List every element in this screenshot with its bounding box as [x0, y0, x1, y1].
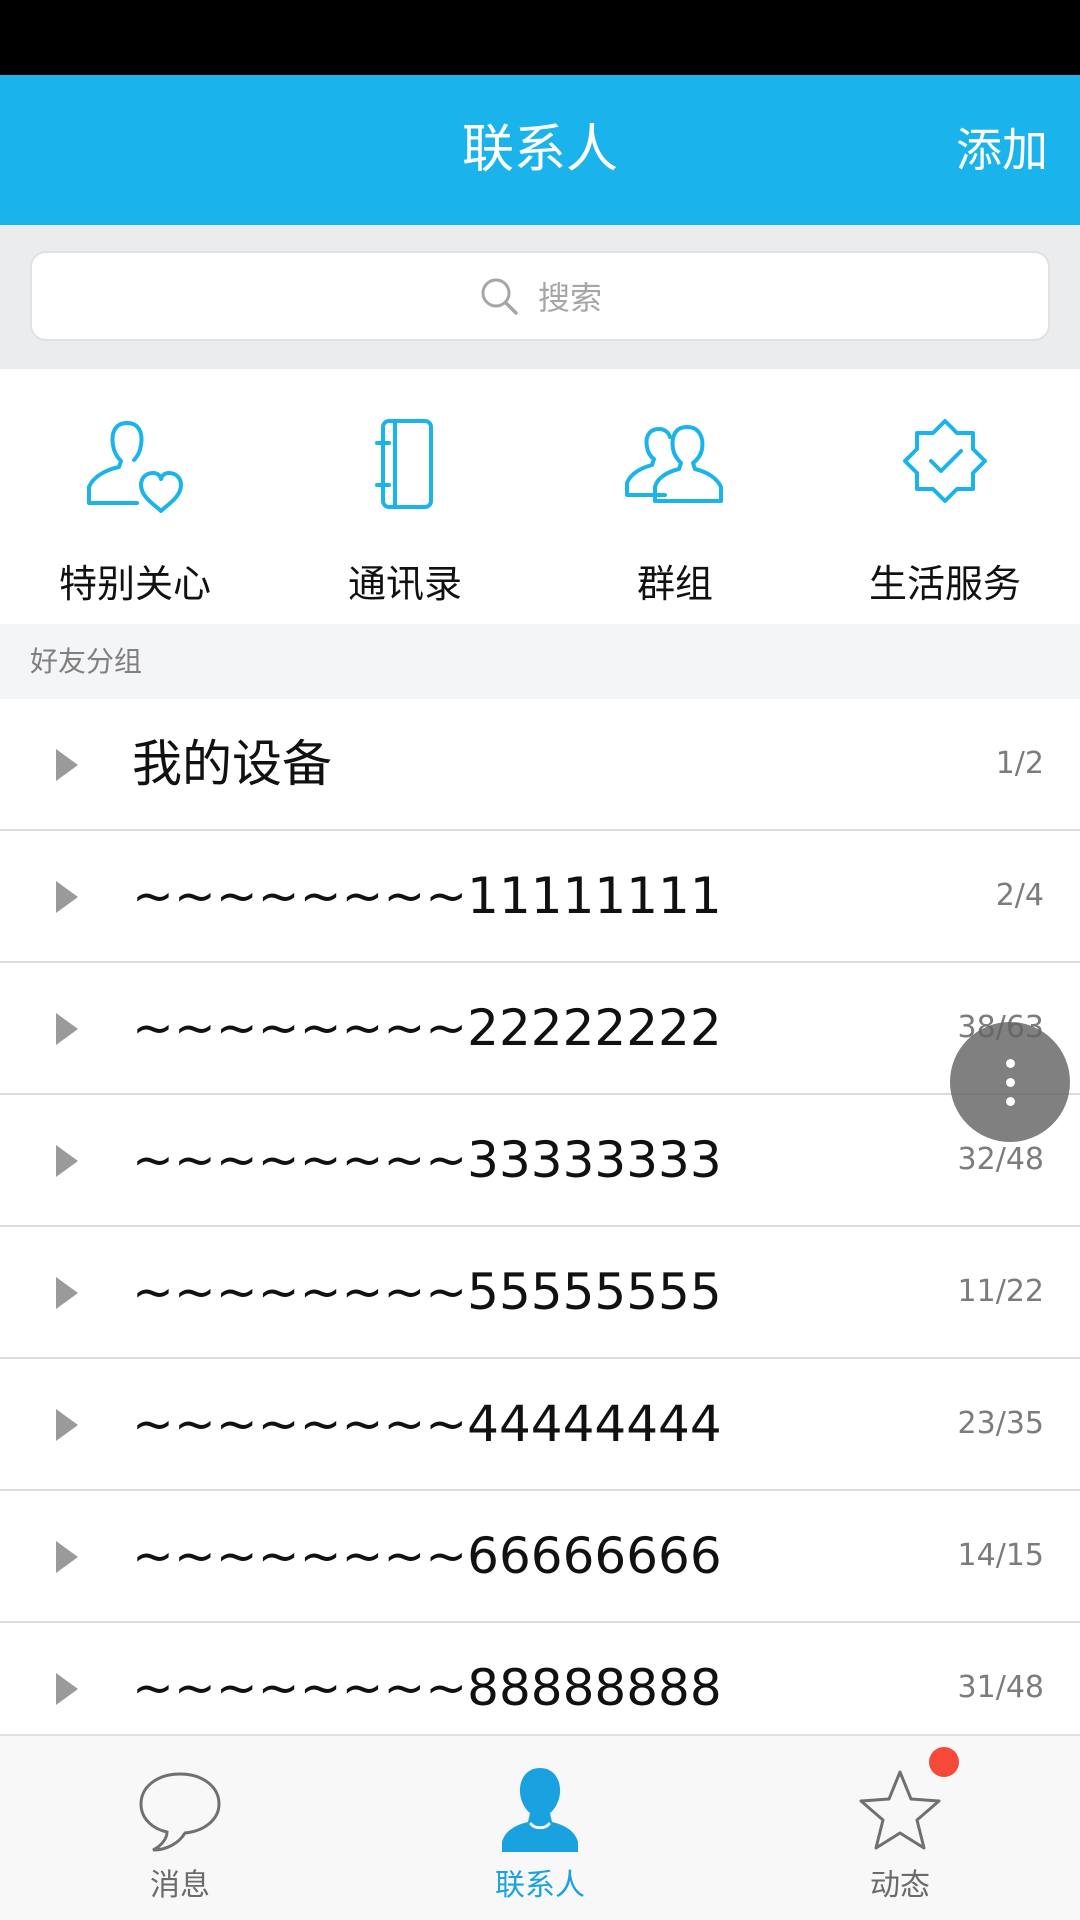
- star-icon: [859, 1770, 941, 1850]
- shortcut-life-services[interactable]: 生活服务: [810, 369, 1080, 624]
- expand-arrow-icon: [56, 1673, 78, 1705]
- group-row[interactable]: ~~~~~~~~88888888 31/48: [0, 1623, 1080, 1734]
- group-name: ~~~~~~~~44444444: [132, 1395, 722, 1453]
- group-icon: [625, 425, 723, 503]
- group-row[interactable]: ~~~~~~~~22222222 38/63: [0, 963, 1080, 1095]
- tab-feed[interactable]: 动态: [720, 1736, 1080, 1920]
- contact-person-icon: [502, 1768, 578, 1852]
- shortcut-groups[interactable]: 群组: [540, 369, 810, 624]
- chat-bubble-icon: [139, 1772, 221, 1852]
- page-title: 联系人: [461, 120, 618, 180]
- user-heart-icon: [87, 421, 183, 513]
- group-name: ~~~~~~~~66666666: [132, 1527, 722, 1585]
- more-options-button[interactable]: [950, 1022, 1070, 1142]
- group-count: 2/4: [995, 878, 1044, 913]
- tab-label: 消息: [150, 1868, 210, 1903]
- search-input[interactable]: 搜索: [30, 251, 1050, 341]
- shortcut-special-care[interactable]: 特别关心: [0, 369, 270, 624]
- shortcut-bar: 特别关心 通讯录 群组 生活服务: [0, 369, 1080, 624]
- bottom-nav: 消息 联系人 动态: [0, 1734, 1080, 1920]
- group-count: 14/15: [957, 1538, 1044, 1573]
- expand-arrow-icon: [56, 1013, 78, 1045]
- search-area: 搜索: [0, 225, 1080, 369]
- notification-badge: [929, 1747, 959, 1777]
- group-name: ~~~~~~~~88888888: [132, 1659, 722, 1717]
- group-name: ~~~~~~~~33333333: [132, 1131, 722, 1189]
- expand-arrow-icon: [56, 749, 78, 781]
- address-book-icon: [375, 419, 433, 509]
- badge-check-icon: [903, 419, 987, 503]
- search-placeholder: 搜索: [537, 279, 602, 317]
- group-name: ~~~~~~~~11111111: [132, 867, 722, 925]
- expand-arrow-icon: [56, 1277, 78, 1309]
- group-row[interactable]: 我的设备 1/2: [0, 699, 1080, 831]
- expand-arrow-icon: [56, 1409, 78, 1441]
- group-count: 23/35: [957, 1406, 1044, 1441]
- tab-label: 联系人: [495, 1868, 585, 1903]
- group-count: 1/2: [995, 746, 1044, 781]
- more-dots-icon: [1005, 1058, 1015, 1068]
- friend-groups-header: 好友分组: [0, 624, 1080, 699]
- shortcut-label: 群组: [636, 562, 713, 606]
- status-bar: [0, 0, 1080, 75]
- shortcut-label: 生活服务: [868, 562, 1021, 606]
- group-count: 31/48: [957, 1670, 1044, 1705]
- shortcut-address-book[interactable]: 通讯录: [270, 369, 540, 624]
- group-name: ~~~~~~~~55555555: [132, 1263, 722, 1321]
- group-row[interactable]: ~~~~~~~~44444444 23/35: [0, 1359, 1080, 1491]
- tab-messages[interactable]: 消息: [0, 1736, 360, 1920]
- expand-arrow-icon: [56, 1541, 78, 1573]
- group-name: 我的设备: [132, 735, 332, 793]
- group-row[interactable]: ~~~~~~~~55555555 11/22: [0, 1227, 1080, 1359]
- expand-arrow-icon: [56, 881, 78, 913]
- add-button[interactable]: 添加: [956, 75, 1048, 225]
- search-icon: [481, 278, 518, 315]
- shortcut-label: 通讯录: [347, 562, 462, 606]
- tab-contacts[interactable]: 联系人: [360, 1736, 720, 1920]
- group-count: 11/22: [957, 1274, 1044, 1309]
- expand-arrow-icon: [56, 1145, 78, 1177]
- group-list[interactable]: 我的设备 1/2 ~~~~~~~~11111111 2/4 ~~~~~~~~22…: [0, 699, 1080, 1734]
- app-header: 联系人 添加: [0, 75, 1080, 225]
- group-row[interactable]: ~~~~~~~~66666666 14/15: [0, 1491, 1080, 1623]
- group-name: ~~~~~~~~22222222: [132, 999, 722, 1057]
- tab-label: 动态: [870, 1868, 930, 1903]
- shortcut-label: 特别关心: [58, 562, 211, 606]
- group-row[interactable]: ~~~~~~~~11111111 2/4: [0, 831, 1080, 963]
- section-label: 好友分组: [30, 645, 143, 678]
- group-row[interactable]: ~~~~~~~~33333333 32/48: [0, 1095, 1080, 1227]
